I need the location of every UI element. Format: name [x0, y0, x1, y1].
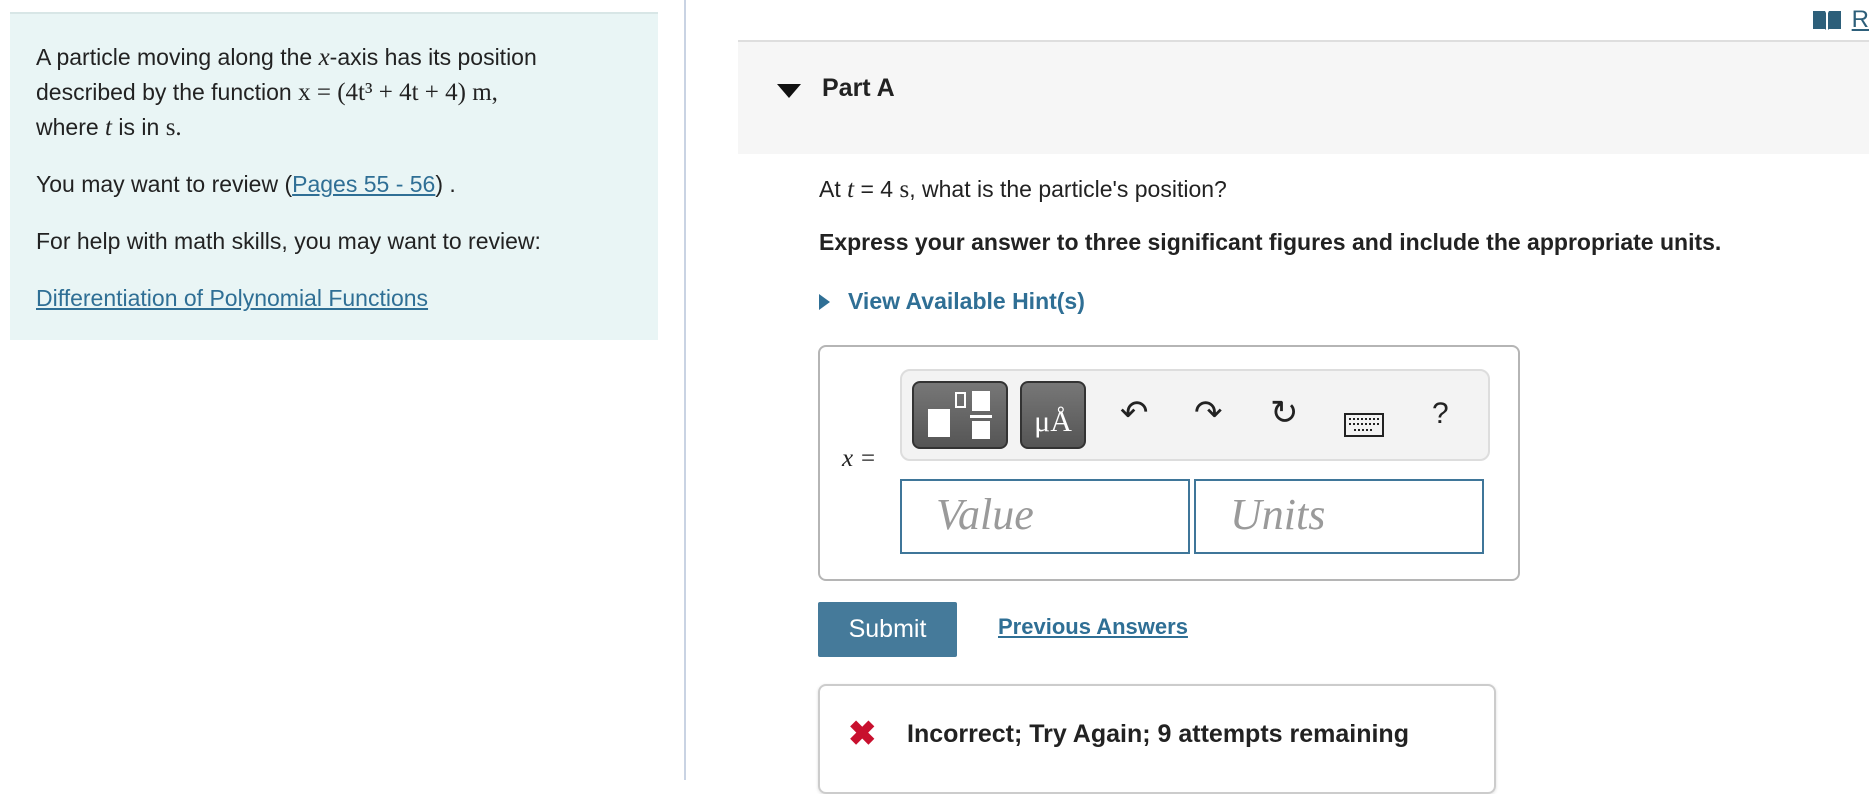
problem-statement: A particle moving along the x-axis has i… [36, 44, 537, 141]
column-divider [684, 0, 686, 780]
answer-label: x = [842, 445, 877, 472]
collapse-triangle-icon[interactable] [777, 84, 801, 98]
feedback-box: ✖ Incorrect; Try Again; 9 attempts remai… [818, 684, 1496, 794]
keyboard-icon[interactable] [1344, 407, 1384, 446]
undo-icon[interactable]: ↶ [1120, 393, 1149, 433]
redo-icon[interactable]: ↷ [1194, 393, 1223, 433]
problem-panel: A particle moving along the x-axis has i… [10, 12, 658, 340]
units-button[interactable]: μÅ [1020, 381, 1086, 449]
part-a-header[interactable]: Part A [738, 40, 1869, 154]
question-text: At t = 4 s, what is the particle's posit… [819, 176, 1227, 203]
units-input[interactable]: Units [1194, 479, 1484, 554]
x-icon: ✖ [848, 715, 877, 753]
math-help-text: For help with math skills, you may want … [36, 228, 541, 254]
previous-answers-link[interactable]: Previous Answers [998, 614, 1188, 640]
pages-link[interactable]: Pages 55 - 56 [292, 171, 435, 197]
value-input[interactable]: Value [900, 479, 1190, 554]
part-title: Part A [822, 74, 895, 102]
view-hints-toggle[interactable]: View Available Hint(s) [819, 288, 1085, 315]
book-icon[interactable] [1812, 9, 1842, 31]
instruction-text: Express your answer to three significant… [819, 229, 1722, 255]
reset-icon[interactable]: ↻ [1270, 393, 1299, 433]
differentiation-link[interactable]: Differentiation of Polynomial Functions [36, 285, 428, 311]
position-function: x = (4t³ + 4t + 4) m, [298, 79, 498, 106]
submit-button[interactable]: Submit [818, 602, 957, 657]
fraction-template-icon [928, 391, 992, 439]
feedback-message: Incorrect; Try Again; 9 attempts remaini… [907, 720, 1409, 748]
topbar: R [1812, 6, 1869, 34]
expand-triangle-icon [819, 293, 830, 310]
help-button[interactable]: ? [1432, 397, 1449, 431]
resources-link[interactable]: R [1852, 6, 1869, 34]
math-toolbar: μÅ ↶ ↷ ↻ ? [900, 369, 1490, 461]
templates-button[interactable] [912, 381, 1008, 449]
answer-box: μÅ ↶ ↷ ↻ ? x = Value Units [818, 345, 1520, 581]
